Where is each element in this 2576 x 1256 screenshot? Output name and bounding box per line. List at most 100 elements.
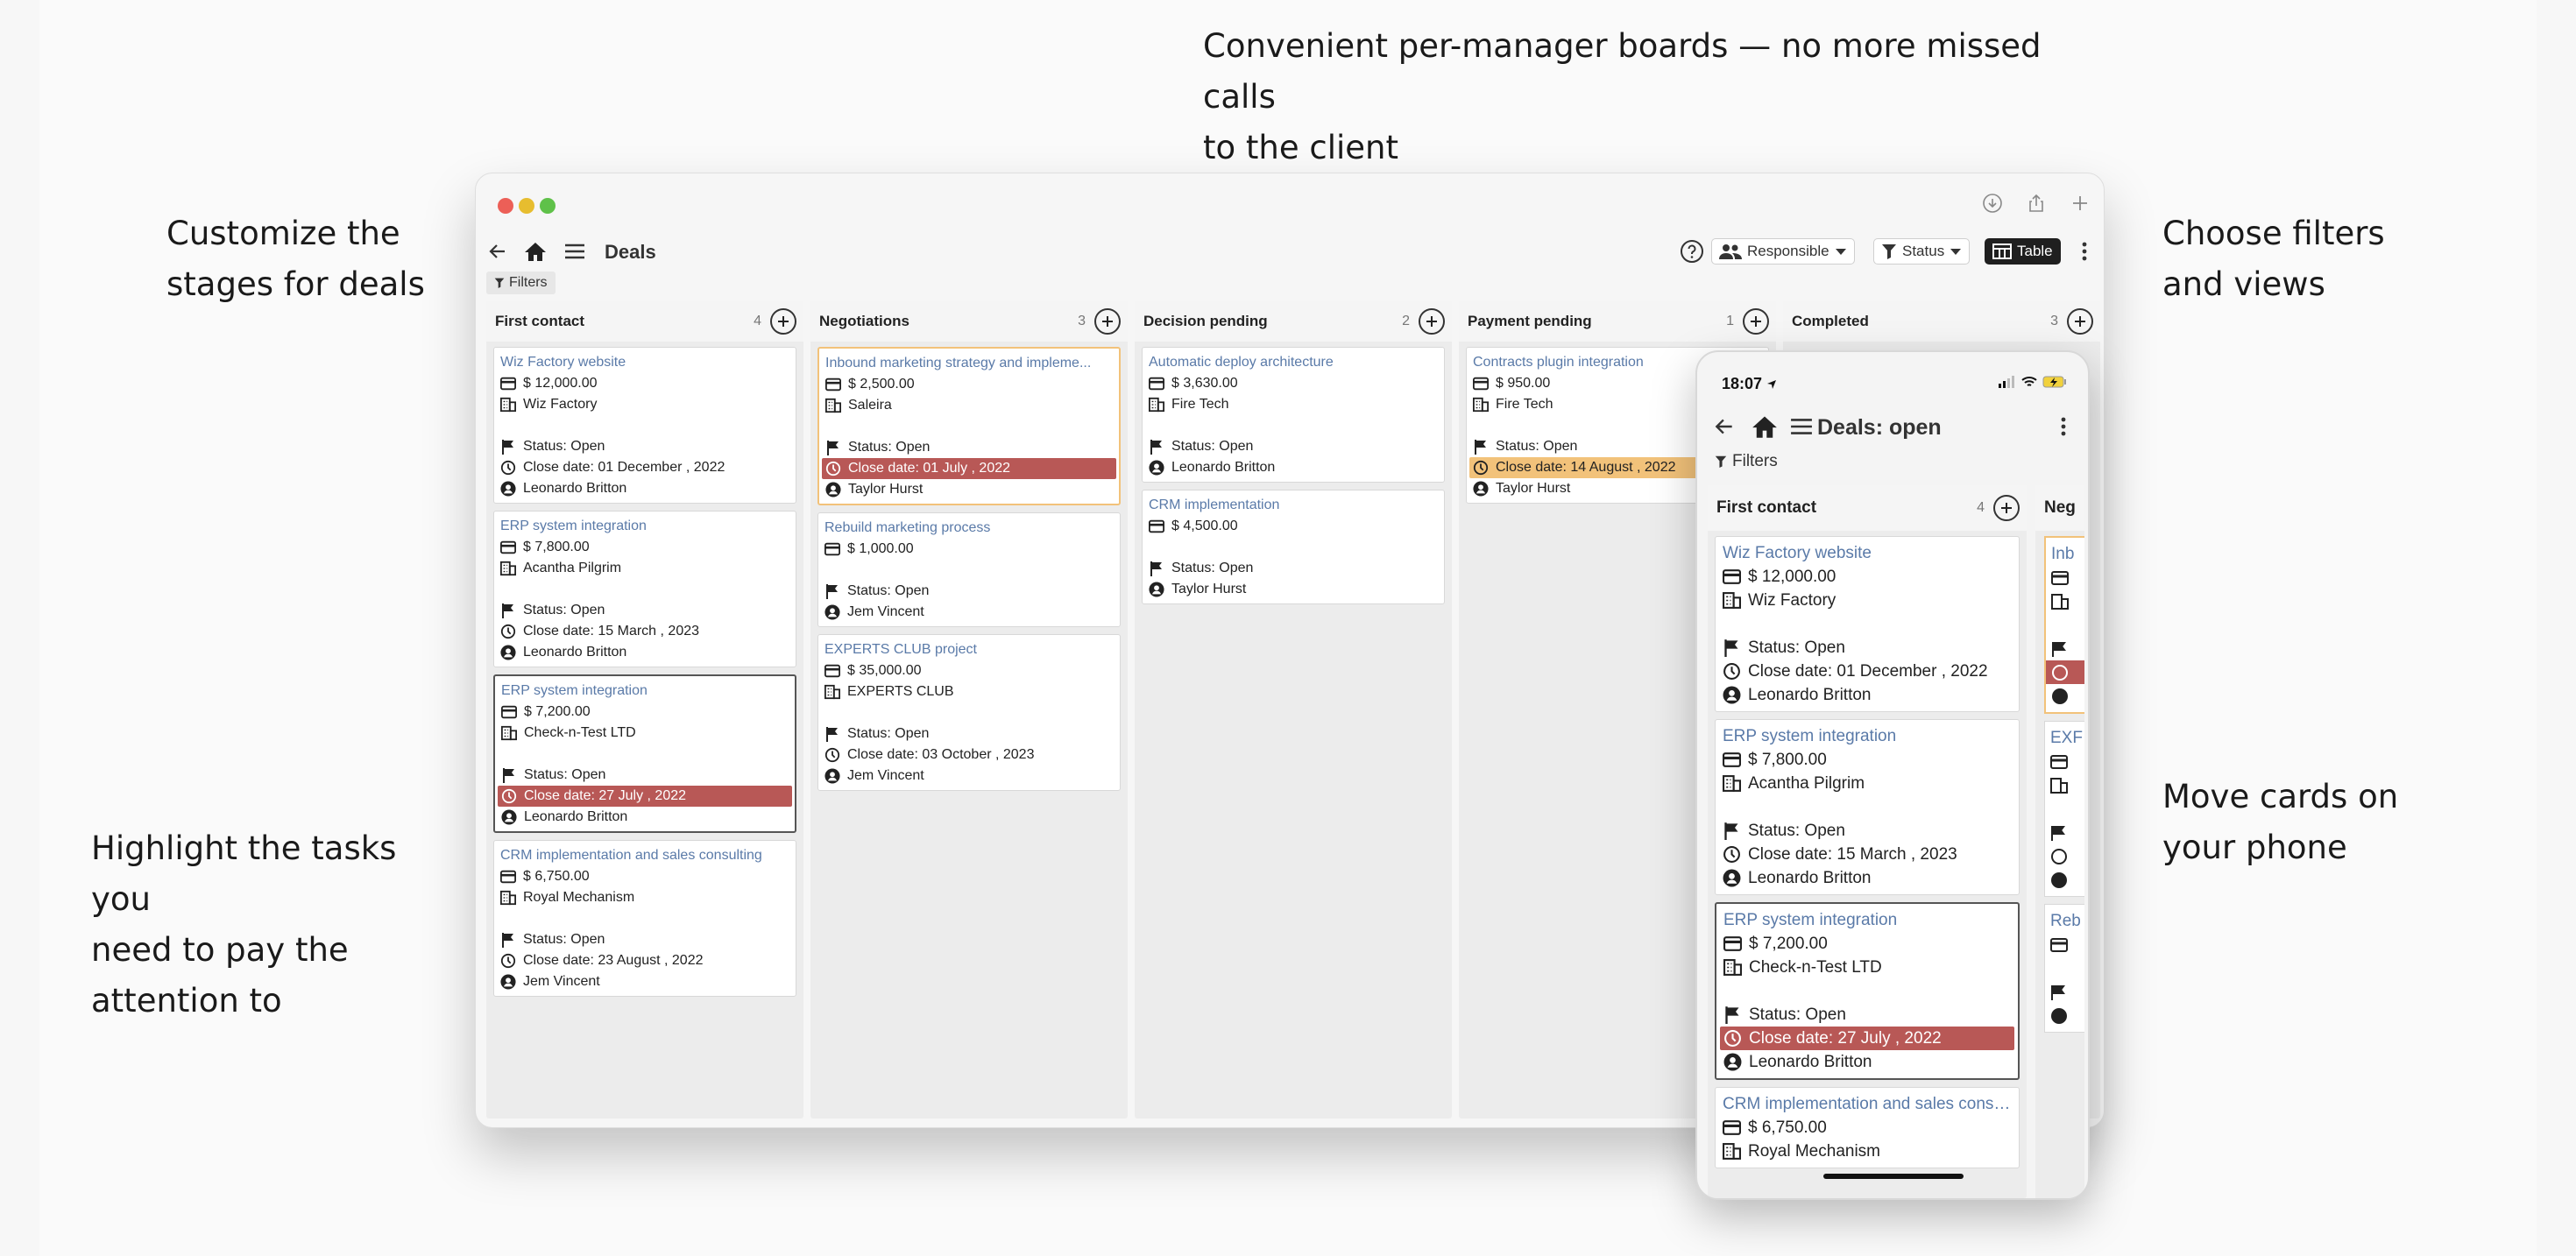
building-icon [500, 397, 516, 413]
card-icon [824, 663, 840, 679]
card-fragment[interactable]: Inb [2044, 536, 2084, 714]
help-icon[interactable] [1678, 237, 1706, 265]
building-icon [1473, 397, 1489, 413]
building-icon [1723, 958, 1742, 977]
deal-amount: $ 6,750.00 [500, 866, 789, 887]
deal-card[interactable]: ERP system integration $ 7,800.00 Acantha … [1715, 719, 2020, 895]
deal-card[interactable]: CRM implementation and sales consulting $… [493, 840, 796, 997]
status-label: Status [1902, 243, 1945, 259]
deal-card[interactable]: ERP system integration $ 7,800.00 Acantha … [493, 511, 796, 667]
close-window-button[interactable] [498, 198, 513, 214]
menu-icon[interactable] [562, 237, 588, 265]
download-icon[interactable] [1980, 191, 2005, 215]
add-card-button[interactable] [1743, 308, 1769, 335]
add-card-button[interactable] [1993, 495, 2020, 521]
deal-owner: Leonardo Britton [500, 642, 789, 663]
deal-card[interactable]: ERP system integration $ 7,200.00 Check-n-… [493, 674, 796, 833]
deal-amount: $ 2,500.00 [825, 374, 1113, 395]
maximize-window-button[interactable] [540, 198, 556, 214]
flag-icon [1149, 561, 1164, 576]
more-vertical-icon[interactable] [2056, 413, 2070, 441]
phone-toolbar: Deals: open [1697, 406, 2088, 450]
deal-title-link[interactable]: CRM implementation [1149, 495, 1438, 516]
deal-title-link[interactable]: Rebuild marketing process [824, 518, 1114, 539]
phone-filters-button[interactable]: Filters [1715, 452, 1778, 471]
home-icon[interactable] [1750, 413, 1780, 441]
add-card-button[interactable] [1419, 308, 1445, 335]
deal-company: Royal Mechanism [1723, 1140, 2012, 1163]
deal-title-link[interactable]: ERP system integration [1723, 908, 2011, 932]
add-card-button[interactable] [1094, 308, 1121, 335]
column-title: Payment pending [1468, 313, 1592, 329]
deal-card[interactable]: CRM implementation $ 4,500.00 Status: Open… [1142, 490, 1445, 604]
user-icon [1723, 686, 1741, 704]
minimize-window-button[interactable] [519, 198, 534, 214]
deal-card[interactable]: Inbound marketing strategy and impleme..… [817, 347, 1121, 505]
more-vertical-icon[interactable] [2077, 237, 2091, 265]
building-icon [500, 890, 516, 906]
deal-card[interactable]: Wiz Factory website $ 12,000.00 Wiz Factor… [1715, 536, 2020, 712]
location-arrow-icon [1767, 380, 1777, 390]
deal-amount: $ 35,000.00 [824, 660, 1114, 681]
column-title: Completed [1792, 313, 1869, 329]
deal-title-link[interactable]: Wiz Factory website [1723, 541, 2012, 565]
add-card-button[interactable] [2067, 308, 2093, 335]
card-fragment[interactable]: Reb [2044, 904, 2084, 1033]
people-icon [1719, 244, 1742, 259]
deal-card[interactable]: CRM implementation and sales consu... $ 6… [1715, 1087, 2020, 1168]
card-fragment[interactable]: EXF [2044, 721, 2084, 897]
share-icon[interactable] [2024, 191, 2049, 215]
deal-close-date: Close date: 01 July , 2022 [822, 458, 1116, 479]
filters-button[interactable]: Filters [486, 272, 556, 294]
column-first-contact: First contact 4 Wiz Factory website $ 12,00… [486, 301, 803, 1118]
deal-card[interactable]: EXPERTS CLUB project $ 35,000.00 EXPERTS C… [817, 634, 1121, 791]
table-icon [1992, 243, 2012, 259]
deal-title-link[interactable]: CRM implementation and sales consulting [500, 845, 789, 866]
building-icon [500, 561, 516, 576]
home-icon[interactable] [521, 237, 549, 265]
deal-title-link[interactable]: ERP system integration [1723, 724, 2012, 748]
flag-icon [500, 439, 516, 455]
column-header: Completed 3 [1783, 301, 2100, 342]
deal-status: Status: Open [1723, 636, 2012, 660]
phone-page-title: Deals: open [1817, 415, 1942, 440]
deal-card[interactable]: Rebuild marketing process $ 1,000.00 Statu… [817, 512, 1121, 627]
column-title: Neg [2044, 498, 2076, 517]
deal-close-date: Close date: 27 July , 2022 [1720, 1027, 2014, 1050]
deal-title-link[interactable]: CRM implementation and sales consu... [1723, 1092, 2012, 1116]
user-icon [1149, 582, 1164, 597]
status-filter-dropdown[interactable]: Status [1873, 238, 1971, 265]
back-arrow-icon[interactable] [1711, 413, 1737, 441]
deal-card[interactable]: ERP system integration $ 7,200.00 Check-n-… [1715, 902, 2020, 1080]
back-arrow-icon[interactable] [485, 237, 511, 265]
column-count: 4 [1977, 500, 1985, 515]
responsible-filter-dropdown[interactable]: Responsible [1711, 238, 1855, 265]
menu-icon[interactable] [1788, 413, 1815, 441]
deal-company: Wiz Factory [500, 394, 789, 415]
deal-status: Status: Open [1723, 1003, 2011, 1027]
deal-title-link[interactable]: Automatic deploy architecture [1149, 352, 1438, 373]
battery-charging-icon [2042, 376, 2066, 388]
building-icon [1723, 774, 1741, 793]
deal-title-link[interactable]: ERP system integration [501, 681, 789, 702]
column-header: First contact 4 [1708, 485, 2027, 531]
column-header: Decision pending 2 [1135, 301, 1452, 342]
deal-close-date: Close date: 27 July , 2022 [498, 786, 792, 807]
signal-icon [1999, 376, 2014, 388]
deal-amount: $ 4,500.00 [1149, 516, 1438, 537]
phone-column-next: Neg Inb EXF Reb [2035, 485, 2084, 1198]
deal-close-date: Close date: 15 March , 2023 [500, 621, 789, 642]
caption-phone: Move cards on your phone [2162, 778, 2399, 866]
deal-card[interactable]: Automatic deploy architecture $ 3,630.00 F… [1142, 347, 1445, 483]
new-tab-icon[interactable] [2068, 191, 2092, 215]
view-table-button[interactable]: Table [1985, 238, 2061, 265]
view-label: Table [2017, 243, 2053, 259]
deal-card[interactable]: Wiz Factory website $ 12,000.00 Wiz Factor… [493, 347, 796, 504]
deal-title-link[interactable]: ERP system integration [500, 516, 789, 537]
deal-title-link[interactable]: Wiz Factory website [500, 352, 789, 373]
clock-icon [1473, 460, 1489, 476]
deal-title-link[interactable]: Inbound marketing strategy and impleme..… [825, 353, 1113, 374]
deal-title-link[interactable]: EXPERTS CLUB project [824, 639, 1114, 660]
flag-icon [501, 767, 517, 783]
add-card-button[interactable] [770, 308, 796, 335]
